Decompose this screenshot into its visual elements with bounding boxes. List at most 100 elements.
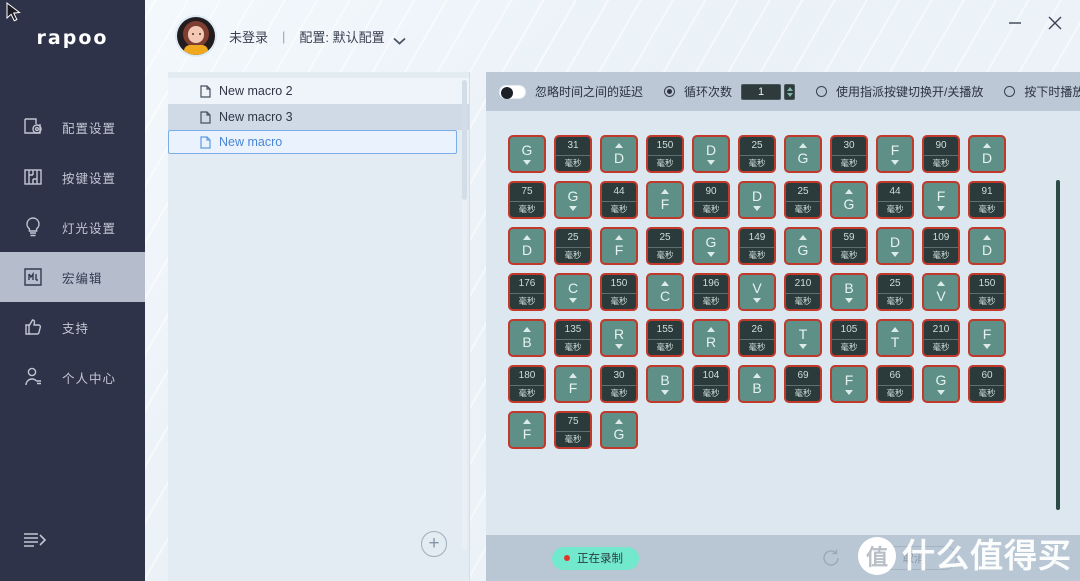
macro-key-chip[interactable]: F [968, 319, 1006, 357]
macro-key-chip[interactable]: D [508, 227, 546, 265]
macro-delay-chip[interactable]: 25毫秒 [646, 227, 684, 265]
macro-key-chip[interactable]: T [784, 319, 822, 357]
macro-key-chip[interactable]: B [738, 365, 776, 403]
editor-scrollbar[interactable] [1056, 180, 1060, 510]
macro-key-chip[interactable]: R [600, 319, 638, 357]
macro-delay-chip[interactable]: 90毫秒 [922, 135, 960, 173]
macro-key-chip[interactable]: D [600, 135, 638, 173]
profile-dropdown[interactable]: 配置: 默认配置 [299, 27, 405, 46]
macro-key-chip[interactable]: D [692, 135, 730, 173]
macro-delay-chip[interactable]: 150毫秒 [968, 273, 1006, 311]
document-icon [200, 111, 211, 124]
macro-delay-chip[interactable]: 150毫秒 [646, 135, 684, 173]
macro-key-chip[interactable]: C [646, 273, 684, 311]
macro-key-chip[interactable]: F [922, 181, 960, 219]
macro-key-chip[interactable]: G [922, 365, 960, 403]
macro-key-chip[interactable]: C [554, 273, 592, 311]
macro-key-chip[interactable]: D [968, 227, 1006, 265]
macro-key-chip[interactable]: B [830, 273, 868, 311]
macro-delay-chip[interactable]: 25毫秒 [876, 273, 914, 311]
macro-delay-chip[interactable]: 26毫秒 [738, 319, 776, 357]
macro-delay-chip[interactable]: 155毫秒 [646, 319, 684, 357]
list-item[interactable]: New macro 3 [168, 104, 469, 130]
macro-key-chip[interactable]: G [784, 227, 822, 265]
sidebar-item-config[interactable]: 配置设置 [0, 102, 145, 152]
macro-delay-chip[interactable]: 30毫秒 [600, 365, 638, 403]
sidebar-item-lighting[interactable]: 灯光设置 [0, 202, 145, 252]
macro-delay-chip[interactable]: 105毫秒 [830, 319, 868, 357]
macro-delay-chip[interactable]: 104毫秒 [692, 365, 730, 403]
macro-delay-chip[interactable]: 90毫秒 [692, 181, 730, 219]
sidebar-item-keys[interactable]: 按键设置 [0, 152, 145, 202]
macro-key-chip[interactable]: G [784, 135, 822, 173]
cancel-button[interactable]: 取消 [871, 546, 957, 570]
macro-key-chip[interactable]: D [738, 181, 776, 219]
macro-delay-chip[interactable]: 196毫秒 [692, 273, 730, 311]
list-item[interactable]: New macro 2 [168, 78, 469, 104]
macro-delay-chip[interactable]: 210毫秒 [784, 273, 822, 311]
macro-delay-chip[interactable]: 69毫秒 [784, 365, 822, 403]
macro-delay-chip[interactable]: 44毫秒 [876, 181, 914, 219]
refresh-icon[interactable] [820, 547, 842, 569]
macro-key-chip[interactable]: R [692, 319, 730, 357]
list-item-selected[interactable]: New macro [168, 130, 457, 154]
macro-delay-chip[interactable]: 150毫秒 [600, 273, 638, 311]
macro-delay-chip[interactable]: 109毫秒 [922, 227, 960, 265]
stepper-arrows-icon[interactable] [784, 84, 795, 100]
macro-delay-chip[interactable]: 66毫秒 [876, 365, 914, 403]
macro-key-chip[interactable]: G [508, 135, 546, 173]
ignore-delay-toggle[interactable] [499, 85, 526, 99]
macro-delay-chip[interactable]: 44毫秒 [600, 181, 638, 219]
sidebar-item-profile[interactable]: 个人中心 [0, 352, 145, 402]
macro-key-chip[interactable]: G [554, 181, 592, 219]
macro-key-chip[interactable]: V [922, 273, 960, 311]
macro-key-chip[interactable]: F [646, 181, 684, 219]
macro-key-chip[interactable]: F [876, 135, 914, 173]
macro-delay-chip[interactable]: 25毫秒 [738, 135, 776, 173]
login-status[interactable]: 未登录 [229, 27, 268, 46]
collapse-sidebar-icon[interactable] [22, 529, 48, 551]
add-macro-button[interactable]: + [421, 531, 447, 557]
macro-delay-chip[interactable]: 25毫秒 [784, 181, 822, 219]
loop-count-input[interactable]: 1 [741, 84, 781, 100]
scrollbar-thumb[interactable] [462, 80, 467, 200]
macro-list-scrollbar[interactable] [462, 80, 467, 550]
macro-delay-chip[interactable]: 91毫秒 [968, 181, 1006, 219]
minimize-icon[interactable] [1004, 12, 1026, 34]
close-icon[interactable] [1044, 12, 1066, 34]
macro-delay-chip[interactable]: 75毫秒 [508, 181, 546, 219]
macro-key-chip[interactable]: G [830, 181, 868, 219]
sidebar-item-support[interactable]: 支持 [0, 302, 145, 352]
macro-delay-chip[interactable]: 31毫秒 [554, 135, 592, 173]
macro-delay-chip[interactable]: 210毫秒 [922, 319, 960, 357]
macro-key-chip[interactable]: T [876, 319, 914, 357]
macro-delay-chip[interactable]: 60毫秒 [968, 365, 1006, 403]
macro-delay-chip[interactable]: 176毫秒 [508, 273, 546, 311]
macro-key-chip[interactable]: G [692, 227, 730, 265]
macro-key-chip[interactable]: F [508, 411, 546, 449]
macro-key-chip[interactable]: G [600, 411, 638, 449]
delay-value: 25 [889, 277, 900, 290]
loop-count-stepper[interactable]: 1 [741, 84, 795, 100]
sidebar-item-macro[interactable]: 宏编辑 [0, 252, 145, 302]
macro-key-chip[interactable]: B [646, 365, 684, 403]
macro-delay-chip[interactable]: 149毫秒 [738, 227, 776, 265]
triangle-down-icon [845, 390, 853, 395]
macro-delay-chip[interactable]: 75毫秒 [554, 411, 592, 449]
loop-count-radio[interactable] [664, 86, 675, 97]
toggle-play-radio[interactable] [816, 86, 827, 97]
macro-delay-chip[interactable]: 59毫秒 [830, 227, 868, 265]
macro-key-chip[interactable]: F [830, 365, 868, 403]
press-play-radio[interactable] [1004, 86, 1015, 97]
macro-delay-chip[interactable]: 180毫秒 [508, 365, 546, 403]
avatar[interactable] [177, 17, 215, 55]
macro-key-chip[interactable]: D [968, 135, 1006, 173]
macro-delay-chip[interactable]: 135毫秒 [554, 319, 592, 357]
macro-key-chip[interactable]: D [876, 227, 914, 265]
macro-key-chip[interactable]: F [554, 365, 592, 403]
macro-delay-chip[interactable]: 25毫秒 [554, 227, 592, 265]
macro-delay-chip[interactable]: 30毫秒 [830, 135, 868, 173]
macro-key-chip[interactable]: V [738, 273, 776, 311]
macro-key-chip[interactable]: B [508, 319, 546, 357]
macro-key-chip[interactable]: F [600, 227, 638, 265]
